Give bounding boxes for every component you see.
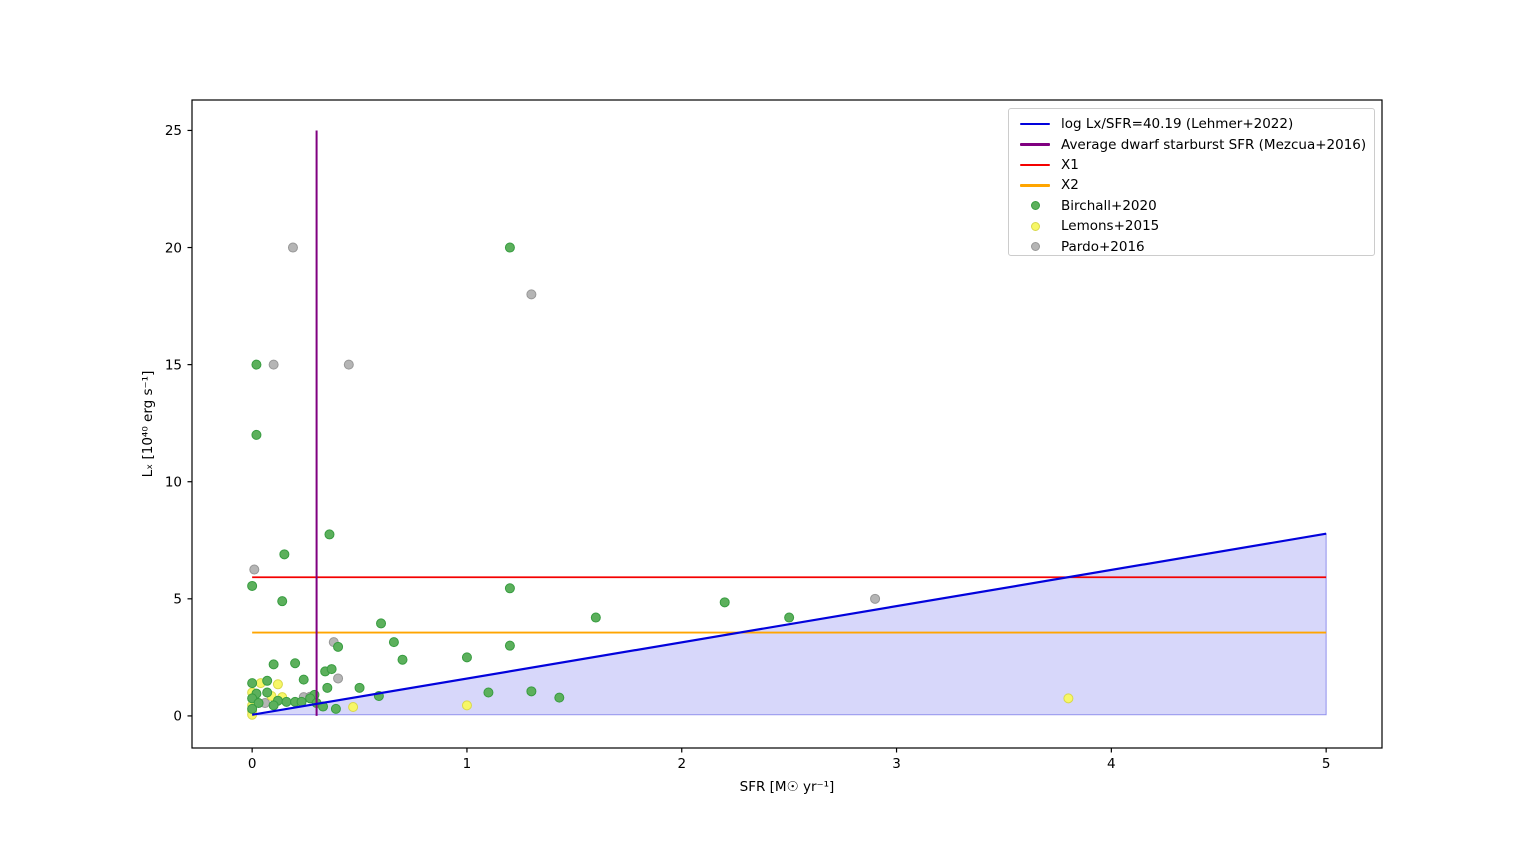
x-axis-label: SFR [M☉ yr⁻¹] <box>739 779 835 795</box>
scatter-point-birchall+2020 <box>504 640 515 651</box>
scatter-point-birchall+2020 <box>784 612 795 623</box>
line-sample-icon <box>1020 143 1050 146</box>
scatter-point-pardo+2016 <box>343 359 354 370</box>
scatter-point-birchall+2020 <box>590 612 601 623</box>
y-tick-label: 20 <box>165 240 182 256</box>
legend-item: Lemons+2015 <box>1018 216 1374 236</box>
scatter-point-pardo+2016 <box>249 564 260 575</box>
x-tick-label: 1 <box>463 756 472 772</box>
line-sample-icon <box>1020 122 1050 126</box>
scatter-point-birchall+2020 <box>333 641 344 652</box>
scatter-point-pardo+2016 <box>287 242 298 253</box>
y-axis-label: Lₓ [10⁴⁰ erg s⁻¹] <box>140 370 156 478</box>
y-tick-label: 0 <box>173 709 182 725</box>
scatter-point-birchall+2020 <box>326 664 337 675</box>
scatter-point-pardo+2016 <box>333 673 344 684</box>
y-tick-label: 25 <box>165 123 182 139</box>
scatter-point-birchall+2020 <box>268 700 279 711</box>
scatter-point-birchall+2020 <box>251 359 262 370</box>
scatter-point-birchall+2020 <box>322 682 333 693</box>
scatter-point-birchall+2020 <box>504 583 515 594</box>
legend-item: Birchall+2020 <box>1018 196 1374 216</box>
legend-dot-swatch <box>1018 242 1052 252</box>
legend-label: Birchall+2020 <box>1061 197 1157 214</box>
scatter-point-birchall+2020 <box>247 703 258 714</box>
x-tick-label: 5 <box>1322 756 1331 772</box>
legend-item: Average dwarf starburst SFR (Mezcua+2016… <box>1018 134 1374 154</box>
scatter-point-birchall+2020 <box>461 652 472 663</box>
y-tick-label: 15 <box>165 357 182 373</box>
scatter-point-birchall+2020 <box>388 637 399 648</box>
legend-item: X2 <box>1018 175 1374 195</box>
scatter-point-birchall+2020 <box>277 596 288 607</box>
scatter-point-birchall+2020 <box>281 696 292 707</box>
scatter-point-lemons+2015 <box>461 700 472 711</box>
scatter-point-birchall+2020 <box>262 675 273 686</box>
y-tick-label: 5 <box>173 592 182 608</box>
scatter-point-birchall+2020 <box>247 678 258 689</box>
x-tick-label: 2 <box>677 756 686 772</box>
scatter-point-birchall+2020 <box>298 674 309 685</box>
legend-line-swatch <box>1018 163 1052 167</box>
scatter-point-birchall+2020 <box>324 529 335 540</box>
legend-dot-swatch <box>1018 221 1052 231</box>
legend-line-swatch <box>1018 184 1052 187</box>
x-tick-label: 4 <box>1107 756 1116 772</box>
scatter-point-birchall+2020 <box>483 687 494 698</box>
marker-sample-icon <box>1030 201 1040 211</box>
scatter-point-birchall+2020 <box>376 618 387 629</box>
legend-label: X2 <box>1061 177 1079 194</box>
scatter-point-birchall+2020 <box>279 549 290 560</box>
marker-sample-icon <box>1030 242 1040 252</box>
line-sample-icon <box>1020 184 1050 187</box>
legend-item: Pardo+2016 <box>1018 236 1374 256</box>
scatter-point-pardo+2016 <box>268 359 279 370</box>
legend-item: X1 <box>1018 155 1374 175</box>
legend-line-swatch <box>1018 122 1052 126</box>
scatter-point-birchall+2020 <box>719 597 730 608</box>
scatter-point-birchall+2020 <box>354 682 365 693</box>
scatter-point-birchall+2020 <box>262 687 273 698</box>
scatter-point-birchall+2020 <box>554 692 565 703</box>
scatter-point-birchall+2020 <box>251 429 262 440</box>
scatter-point-lemons+2015 <box>1063 693 1074 704</box>
legend-label: Pardo+2016 <box>1061 238 1145 255</box>
scatter-point-birchall+2020 <box>330 703 341 714</box>
scatter-point-birchall+2020 <box>268 659 279 670</box>
scatter-point-pardo+2016 <box>870 593 881 604</box>
legend-label: X1 <box>1061 156 1079 173</box>
x-tick-label: 3 <box>892 756 901 772</box>
scatter-point-lemons+2015 <box>348 702 359 713</box>
legend-label: Lemons+2015 <box>1061 218 1160 235</box>
legend-dot-swatch <box>1018 201 1052 211</box>
legend-item: log Lx/SFR=40.19 (Lehmer+2022) <box>1018 114 1374 134</box>
legend-label: Average dwarf starburst SFR (Mezcua+2016… <box>1061 136 1367 153</box>
scatter-point-birchall+2020 <box>290 658 301 669</box>
line-sample-icon <box>1020 163 1050 167</box>
scatter-point-lemons+2015 <box>272 679 283 690</box>
legend-label: log Lx/SFR=40.19 (Lehmer+2022) <box>1061 116 1294 133</box>
x-tick-label: 0 <box>248 756 257 772</box>
scatter-point-birchall+2020 <box>247 580 258 591</box>
scatter-point-birchall+2020 <box>526 686 537 697</box>
legend-line-swatch <box>1018 143 1052 146</box>
matplotlib-figure: 0 1 2 3 4 5 0 5 10 15 20 25 SFR [M☉ yr⁻¹] Lₓ [10⁴⁰ … <box>0 0 1535 842</box>
scatter-point-birchall+2020 <box>397 654 408 665</box>
y-tick-label: 10 <box>165 475 182 491</box>
marker-sample-icon <box>1030 221 1040 231</box>
scatter-point-pardo+2016 <box>526 289 537 300</box>
scatter-point-birchall+2020 <box>504 242 515 253</box>
legend: log Lx/SFR=40.19 (Lehmer+2022) Average dw… <box>1008 108 1375 256</box>
